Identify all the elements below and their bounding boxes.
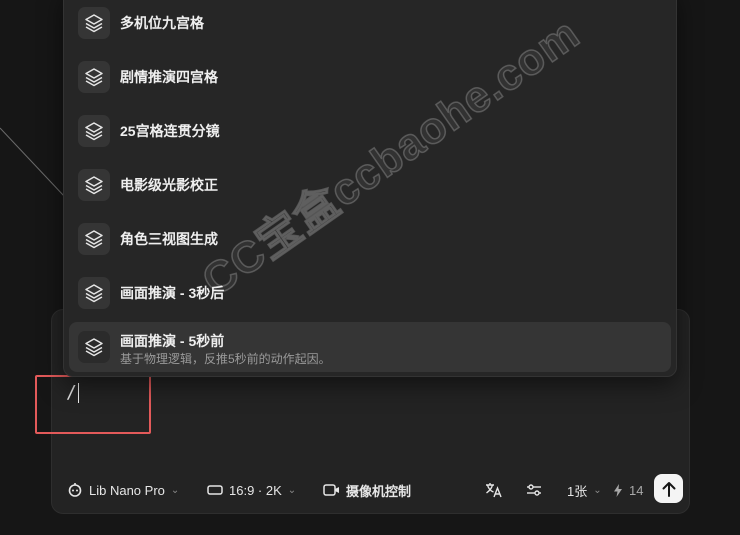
menu-item-scene-5s-before[interactable]: 画面推演 - 5秒前 基于物理逻辑，反推5秒前的动作起因。	[69, 322, 671, 372]
camera-icon	[323, 484, 339, 496]
menu-item-label: 画面推演 - 5秒前	[120, 333, 225, 349]
chevron-down-icon: ⌄	[593, 484, 602, 496]
robot-icon	[68, 483, 82, 497]
credits-value: 14	[629, 482, 644, 498]
translate-button[interactable]	[485, 475, 503, 505]
menu-item-label: 剧情推演四宫格	[120, 69, 218, 85]
count-selector[interactable]: 1张 ⌄	[567, 475, 602, 505]
layers-icon	[78, 115, 110, 147]
model-label: Lib Nano Pro	[89, 482, 165, 498]
translate-icon	[486, 483, 502, 498]
send-button[interactable]	[654, 474, 683, 503]
ratio-label: 16:9 · 2K	[229, 482, 282, 498]
camera-label: 摄像机控制	[346, 483, 412, 499]
menu-item-scene-3s-after[interactable]: 画面推演 - 3秒后	[69, 268, 671, 318]
layers-icon	[78, 7, 110, 39]
menu-item-label: 多机位九宫格	[120, 15, 204, 31]
menu-item-cinematic-lighting[interactable]: 电影级光影校正	[69, 160, 671, 210]
arrow-up-icon	[662, 481, 675, 497]
connector-line	[0, 127, 65, 197]
sliders-icon	[527, 484, 541, 496]
credits-indicator: 14	[613, 475, 643, 505]
highlight-annotation	[35, 375, 151, 434]
menu-item-description: 基于物理逻辑，反推5秒前的动作起因。	[120, 352, 331, 366]
menu-item-label: 25宫格连贯分镜	[120, 123, 220, 139]
layers-icon	[78, 61, 110, 93]
layers-icon	[78, 331, 110, 363]
camera-control-button[interactable]: 摄像机控制	[323, 475, 411, 505]
lightning-icon	[614, 483, 622, 497]
menu-item-character-three-view[interactable]: 角色三视图生成	[69, 214, 671, 264]
settings-button[interactable]	[526, 475, 542, 505]
menu-item-multi-camera-grid[interactable]: 多机位九宫格	[69, 0, 671, 48]
composer-toolbar: Lib Nano Pro ⌄ 16:9 · 2K ⌄ 摄像机控制 1张 ⌄ 14	[51, 472, 690, 508]
count-label: 1张	[567, 483, 588, 499]
menu-item-label: 画面推演 - 3秒后	[120, 285, 225, 301]
model-selector[interactable]: Lib Nano Pro ⌄	[67, 475, 179, 505]
chevron-down-icon: ⌄	[287, 484, 297, 496]
menu-item-label: 电影级光影校正	[120, 177, 218, 193]
menu-item-story-four-grid[interactable]: 剧情推演四宫格	[69, 52, 671, 102]
ratio-selector[interactable]: 16:9 · 2K ⌄	[207, 475, 296, 505]
chevron-down-icon: ⌄	[170, 484, 180, 496]
aspect-ratio-icon	[207, 485, 223, 495]
layers-icon	[78, 277, 110, 309]
layers-icon	[78, 223, 110, 255]
layers-icon	[78, 169, 110, 201]
prompt-template-menu: 多机位九宫格 剧情推演四宫格 25宫格连贯分镜 电影级光影校正 角色三视图生成 …	[63, 0, 677, 377]
menu-item-25-grid-storyboard[interactable]: 25宫格连贯分镜	[69, 106, 671, 156]
menu-item-label: 角色三视图生成	[120, 231, 218, 247]
